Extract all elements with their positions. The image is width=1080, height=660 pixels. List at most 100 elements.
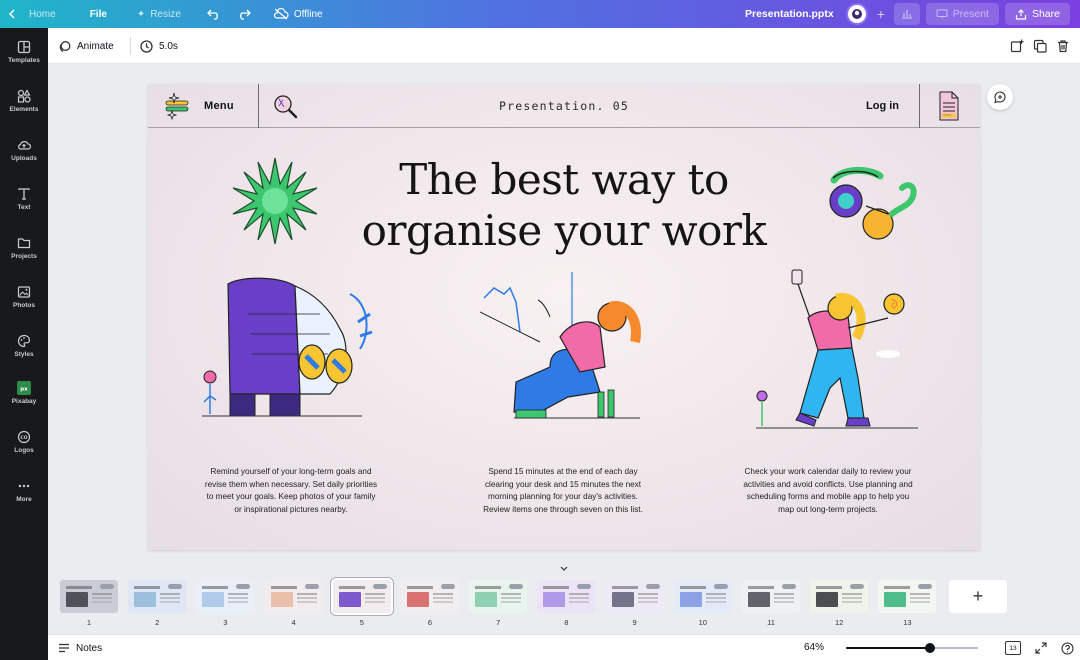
page-thumbnail[interactable]: [60, 580, 118, 613]
caption-desk: Spend 15 minutes at the end of each day …: [483, 467, 643, 514]
binoculars-figure-illustration: [202, 277, 373, 417]
thumbnail-text-lines: [433, 593, 453, 595]
page-thumbnail[interactable]: [810, 580, 869, 613]
page-thumbnail[interactable]: [673, 580, 732, 613]
more-dots-icon: [18, 484, 30, 488]
sidebar-item-label: Photos: [12, 302, 36, 309]
thumbnail-image: [338, 592, 361, 607]
fullscreen-icon[interactable]: [1035, 642, 1047, 654]
thumbnail-text-lines: [501, 593, 522, 595]
page-thumbnail[interactable]: [196, 580, 255, 613]
undo-button[interactable]: [199, 0, 229, 28]
duration-button[interactable]: 5.0s: [140, 28, 178, 64]
page-thumbnail[interactable]: [605, 580, 664, 613]
nav-divider-right: [919, 84, 920, 128]
add-comment-button[interactable]: [987, 84, 1013, 110]
page-number: 6: [427, 618, 433, 627]
page-grid-button[interactable]: 13: [1005, 641, 1021, 655]
thumbnail-text-lines: [569, 593, 590, 595]
add-collaborator-icon[interactable]: +: [874, 6, 888, 22]
bottom-bar: Notes 64% 13: [48, 634, 1080, 660]
sidebar-item-label: Styles: [14, 351, 34, 358]
cloud-offline-icon: [273, 8, 289, 20]
slide[interactable]: Menu Presentation. 05 Log in The best wa…: [148, 84, 980, 550]
sidebar-item-uploads[interactable]: Uploads: [0, 138, 48, 180]
avatar-face-icon: [851, 9, 862, 19]
share-label: Share: [1031, 8, 1060, 20]
thumbnail-title-bar: [884, 586, 911, 589]
page-thumbnail[interactable]: [742, 580, 800, 613]
thumbnail-title-bar: [66, 586, 92, 589]
thumbnail-image: [884, 592, 907, 607]
notes-button[interactable]: Notes: [58, 635, 102, 660]
thumbnail-image: [407, 592, 429, 607]
file-menu[interactable]: File: [82, 0, 115, 28]
starburst-decoration: [232, 157, 318, 245]
home-label: Home: [29, 8, 56, 20]
thumbnail-title-bar: [679, 586, 706, 589]
sidebar-item-more[interactable]: More: [0, 479, 48, 521]
zoom-percentage[interactable]: 64%: [804, 635, 824, 660]
page-number: 11: [767, 618, 775, 627]
page-thumbnail[interactable]: [537, 580, 596, 613]
svg-text:CO: CO: [20, 435, 27, 441]
animate-button[interactable]: Animate: [58, 28, 114, 64]
sidebar-item-styles[interactable]: Styles: [0, 334, 48, 376]
caption-goals: Remind yourself of your long-term goals …: [204, 467, 378, 514]
present-icon: [936, 9, 948, 19]
sidebar-item-elements[interactable]: Elements: [0, 89, 48, 131]
comment-plus-icon: [994, 91, 1006, 104]
sidebar-item-text[interactable]: Text: [0, 187, 48, 229]
zoom-slider-handle[interactable]: [925, 643, 936, 653]
user-avatar[interactable]: [845, 3, 868, 25]
collapse-strip-button[interactable]: [538, 562, 590, 574]
share-upload-icon: [1015, 8, 1027, 20]
add-page-button[interactable]: +: [949, 580, 1007, 613]
logo-badge-icon: CO: [17, 430, 31, 444]
help-icon[interactable]: [1061, 641, 1074, 655]
home-button[interactable]: Home: [0, 0, 64, 28]
slide-login-label: Log in: [866, 100, 899, 112]
animate-label: Animate: [77, 40, 114, 52]
thumbnail-text-lines: [774, 593, 794, 595]
resize-button[interactable]: ✦ Resize: [129, 0, 189, 28]
sidebar-item-projects[interactable]: Projects: [0, 236, 48, 278]
insights-button[interactable]: [893, 3, 920, 25]
zoom-slider[interactable]: [846, 643, 978, 653]
thumbnail-title-bar: [134, 586, 161, 589]
present-label: Present: [952, 8, 989, 20]
document-title[interactable]: Presentation.pptx: [745, 0, 834, 28]
thumbnail-image: [543, 592, 566, 607]
add-page-icon[interactable]: [1010, 39, 1024, 53]
offline-status[interactable]: Offline: [265, 0, 331, 28]
sidebar-item-logos[interactable]: CO Logos: [0, 430, 48, 472]
thumbnail-badge: [577, 584, 592, 589]
folder-icon: [17, 238, 31, 249]
thumbnail-badge: [100, 584, 114, 589]
present-button[interactable]: Present: [925, 3, 999, 25]
thumbnail-title-bar: [816, 586, 843, 589]
sidebar-item-templates[interactable]: Templates: [0, 40, 48, 82]
share-button[interactable]: Share: [1004, 3, 1070, 25]
page-thumbnail[interactable]: [128, 580, 187, 613]
thumbnail-title-bar: [270, 586, 297, 589]
sidebar-item-photos[interactable]: Photos: [0, 285, 48, 327]
dancing-woman-illustration: [756, 269, 918, 429]
thumbnail-title-bar: [202, 586, 229, 589]
page-number: 3: [223, 618, 228, 627]
thumbnail-text-lines: [637, 593, 658, 595]
chevron-down-icon: [560, 566, 568, 571]
page-thumbnail[interactable]: [330, 578, 393, 615]
duplicate-page-icon[interactable]: [1033, 39, 1047, 53]
thumbnail-text-lines: [296, 593, 317, 595]
sidebar-item-pixabay[interactable]: px Pixabay: [0, 381, 48, 423]
delete-page-icon[interactable]: [1056, 39, 1070, 53]
plus-icon: +: [972, 586, 984, 606]
page-thumbnail[interactable]: [469, 580, 528, 613]
thumbnail-badge: [236, 584, 251, 589]
page-thumbnail[interactable]: [878, 580, 937, 613]
thumbnail-title-bar: [407, 586, 433, 589]
page-thumbnail[interactable]: [264, 580, 323, 613]
redo-button[interactable]: [229, 0, 259, 28]
page-thumbnail[interactable]: [401, 580, 459, 613]
